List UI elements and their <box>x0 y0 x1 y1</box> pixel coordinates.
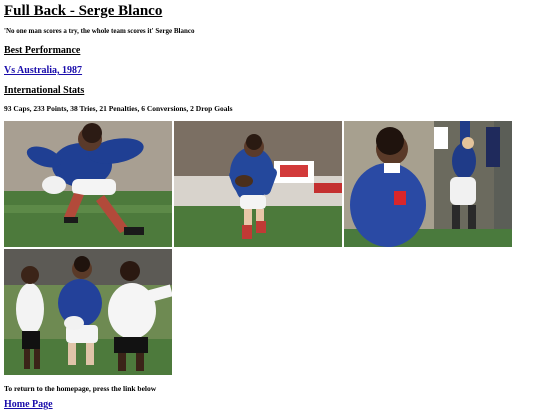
page: Full Back - Serge Blanco 'No one man sco… <box>0 0 540 410</box>
intl-stats-text: 93 Caps, 233 Points, 38 Tries, 21 Penalt… <box>4 104 233 113</box>
photo-blanco-closeup <box>344 121 512 247</box>
return-instruction-text: To return to the homepage, press the lin… <box>4 384 157 393</box>
photo-blanco-ball-crowd <box>174 121 342 247</box>
photo-blanco-fiji-tackle <box>4 249 172 375</box>
quote-text: 'No one man scores a try, the whole team… <box>4 27 195 35</box>
photo-blanco-running-1 <box>4 121 172 247</box>
page-title: Full Back - Serge Blanco <box>4 3 163 19</box>
best-performance-heading: Best Performance <box>4 45 81 56</box>
best-performance-link[interactable]: Vs Australia, 1987 <box>4 65 82 76</box>
intl-stats-heading: International Stats <box>4 85 85 96</box>
